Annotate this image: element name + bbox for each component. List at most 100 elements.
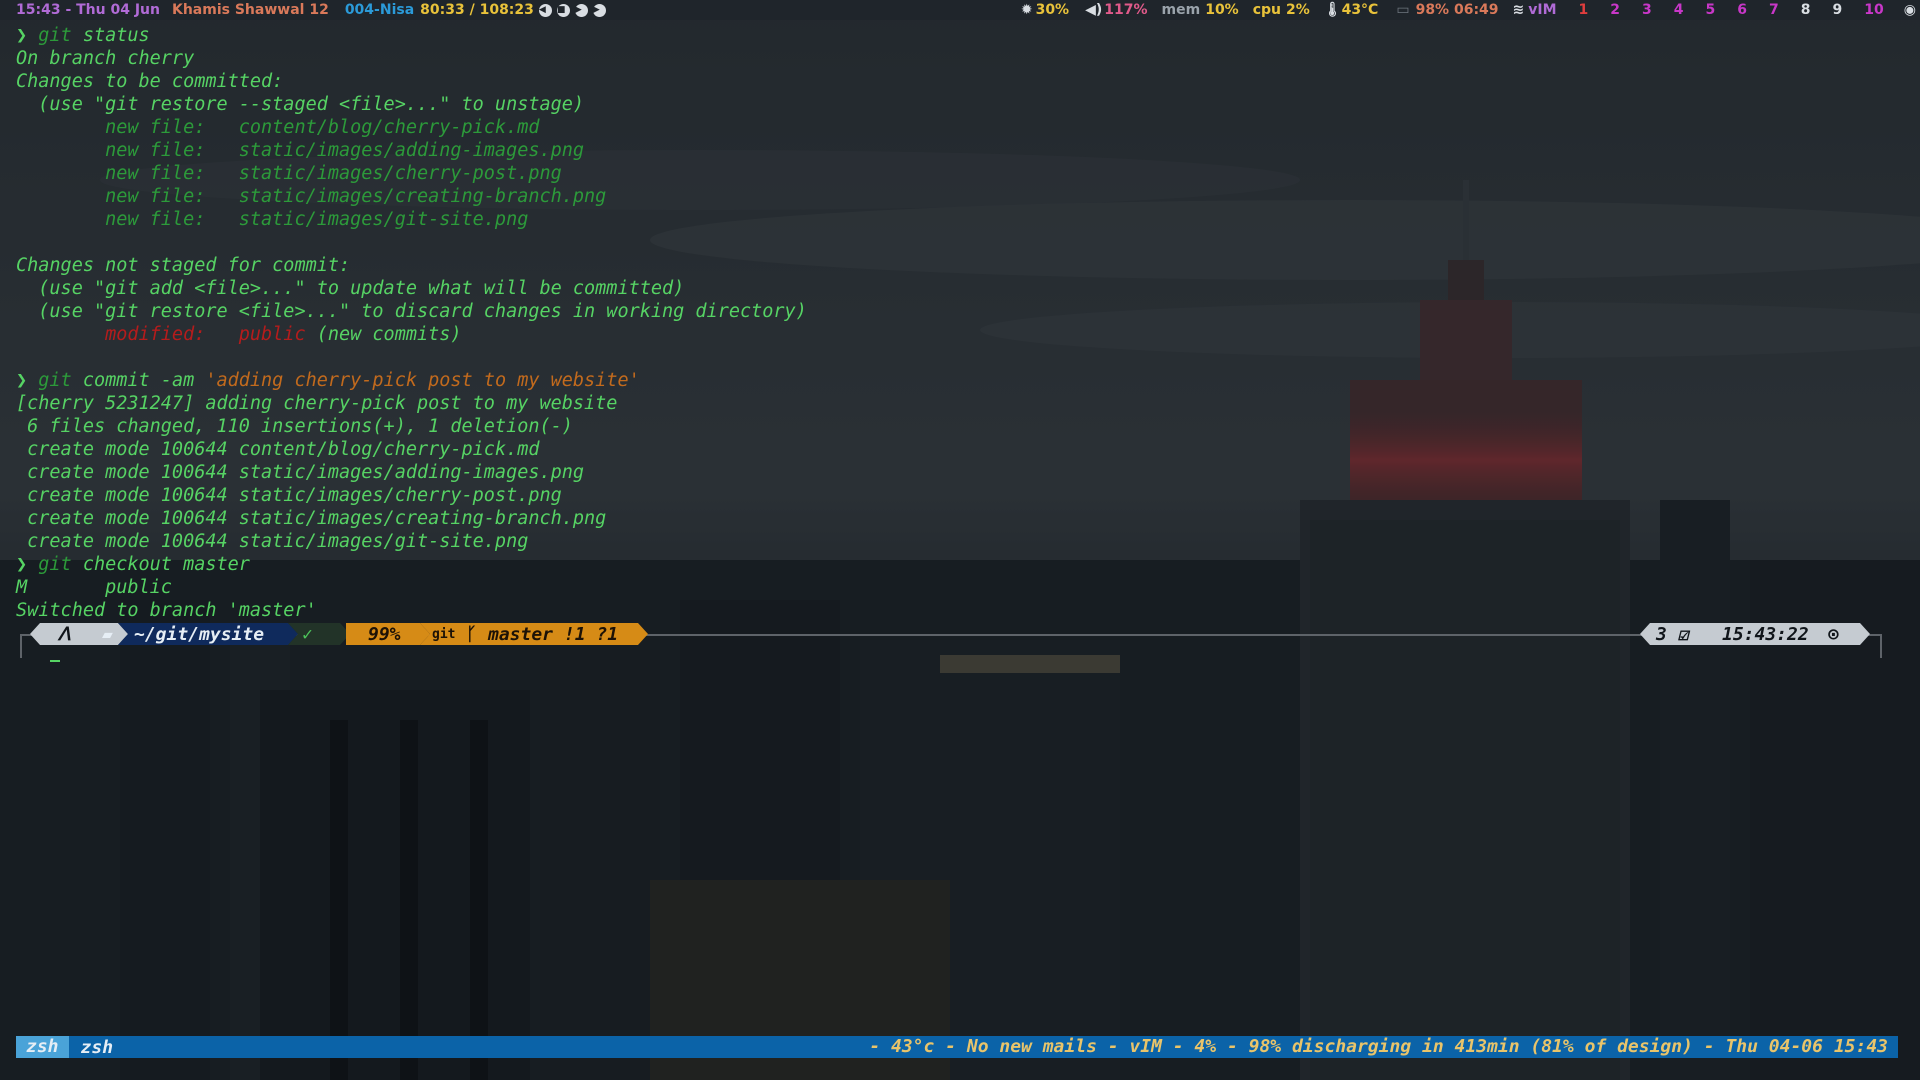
previous-icon[interactable]: ◀ <box>538 3 552 17</box>
tmux-window-active[interactable]: zsh <box>16 1036 69 1058</box>
cursor <box>50 660 60 662</box>
terminal-line: 6 files changed, 110 insertions(+), 1 de… <box>16 415 807 438</box>
terminal-line: create mode 100644 static/images/cherry-… <box>16 484 807 507</box>
terminal-line: [cherry 5231247] adding cherry-pick post… <box>16 392 807 415</box>
cpu-label: cpu <box>1252 2 1282 18</box>
terminal-text: (use "git restore <file>..." to discard … <box>16 301 807 322</box>
terminal-text: (use "git add <file>..." to update what … <box>16 278 685 299</box>
jobs-count: 3 ☑ <box>1656 623 1689 645</box>
workspace-8[interactable]: 8 <box>1801 2 1811 18</box>
terminal-line: create mode 100644 static/images/git-sit… <box>16 530 807 553</box>
battery-value: 98% 06:49 <box>1415 2 1499 18</box>
folder-icon: ▰ <box>102 623 113 645</box>
os-glyph: ᐱ <box>58 623 71 645</box>
terminal-line: ❯ git checkout master <box>16 553 807 576</box>
prompt-symbol: ❯ <box>16 25 39 46</box>
workspace-7[interactable]: 7 <box>1769 2 1779 18</box>
prompt-time: 15:43:22 <box>1722 623 1809 645</box>
terminal-line: Switched to branch 'master' <box>16 599 807 622</box>
terminal-text: Changes not staged for commit: <box>16 255 351 276</box>
workspace-4[interactable]: 4 <box>1674 2 1684 18</box>
temp-value: 43°C <box>1341 2 1379 18</box>
git-label: git <box>432 626 456 642</box>
terminal-line: Changes to be committed: <box>16 70 807 93</box>
terminal-text: Switched to branch 'master' <box>16 600 317 621</box>
next-icon[interactable]: ▶ <box>592 3 606 17</box>
volume-value: 117% <box>1104 2 1148 18</box>
terminal-line: modified: public (new commits) <box>16 323 807 346</box>
terminal-line: new file: static/images/git-site.png <box>16 208 807 231</box>
eye-icon[interactable]: ◉ <box>1904 2 1916 18</box>
wifi-icon: ≋ <box>1512 2 1525 18</box>
workspace-1[interactable]: 1 <box>1579 2 1589 18</box>
terminal-text: create mode 100644 static/images/git-sit… <box>16 531 529 552</box>
top-status-bar: 15:43 - Thu 04 Jun Khamis Shawwal 12 004… <box>0 0 1920 20</box>
stop-icon[interactable]: ■ <box>556 3 570 17</box>
mem-value: 10% <box>1205 2 1239 18</box>
terminal-text: git <box>38 25 72 46</box>
terminal-text: Changes to be committed: <box>16 71 284 92</box>
clock: 15:43 - Thu 04 Jun <box>16 2 160 18</box>
battery-icon: ▭ <box>1396 2 1410 18</box>
tmux-status-right: - 43°c - No new mails - vIM - 4% - 98% d… <box>869 1036 1888 1057</box>
brightness-value: 30% <box>1035 2 1070 18</box>
current-directory: ~/git/mysite <box>134 623 265 645</box>
terminal-text: create mode 100644 static/images/adding-… <box>16 462 585 483</box>
prompt-segments-bg <box>30 623 1870 645</box>
terminal-line: (use "git restore <file>..." to discard … <box>16 300 807 323</box>
cpu-value: 2% <box>1286 2 1310 18</box>
workspace-6[interactable]: 6 <box>1737 2 1747 18</box>
hijri-date: Khamis Shawwal 12 <box>171 2 329 18</box>
workspace-3[interactable]: 3 <box>1642 2 1652 18</box>
terminal-text: new file: content/blog/cherry-pick.md <box>16 117 540 138</box>
terminal-line: create mode 100644 static/images/adding-… <box>16 461 807 484</box>
mem-label: mem <box>1161 2 1201 18</box>
terminal-line: (use "git restore --staged <file>..." to… <box>16 93 807 116</box>
terminal-line: ❯ git commit -am 'adding cherry-pick pos… <box>16 369 807 392</box>
terminal-text: git <box>38 370 72 391</box>
terminal-text: [cherry 5231247] adding cherry-pick post… <box>16 393 618 414</box>
brightness-icon: ✹ <box>1020 2 1033 18</box>
terminal-text: new file: static/images/git-site.png <box>16 209 529 230</box>
prompt-symbol: ❯ <box>16 370 39 391</box>
prompt-battery: 99% <box>368 623 401 645</box>
terminal-line: M public <box>16 576 807 599</box>
terminal-line: new file: static/images/adding-images.pn… <box>16 139 807 162</box>
terminal-text: On branch cherry <box>16 48 195 69</box>
media-track: 004-Nisa <box>344 2 415 18</box>
terminal-line: create mode 100644 static/images/creatin… <box>16 507 807 530</box>
workspace-10[interactable]: 10 <box>1864 2 1883 18</box>
prompt-symbol: ❯ <box>16 554 39 575</box>
terminal-text: 6 files changed, 110 insertions(+), 1 de… <box>16 416 573 437</box>
terminal-text: git <box>38 554 72 575</box>
terminal-text: M public <box>16 577 172 598</box>
tmux-window[interactable]: zsh <box>69 1037 126 1058</box>
terminal-text: 'adding cherry-pick post to my website' <box>205 370 640 391</box>
terminal-text: checkout master <box>71 554 250 575</box>
prompt-line: ᐱ ▰ ~/git/mysite ✓ 99% git ᚴ master !1 ?… <box>20 623 1882 658</box>
volume-icon: ◀) <box>1085 2 1103 18</box>
media-progress: 80:33 / 108:23 <box>420 2 534 18</box>
terminal-output[interactable]: ❯ git status On branch cherry Changes to b… <box>16 24 807 622</box>
wifi-name: vIM <box>1528 2 1557 18</box>
terminal-text: status <box>71 25 150 46</box>
terminal-text: create mode 100644 static/images/cherry-… <box>16 485 562 506</box>
terminal-text: commit -am <box>71 370 206 391</box>
thermometer-icon: 🌡 <box>1323 2 1342 18</box>
branch-icon: ᚴ <box>466 623 477 645</box>
clock-icon: ⊙ <box>1828 623 1839 645</box>
terminal-line: ❯ git status <box>16 24 807 47</box>
play-icon[interactable]: ▶ <box>574 3 588 17</box>
terminal-line: create mode 100644 content/blog/cherry-p… <box>16 438 807 461</box>
terminal-line: On branch cherry <box>16 47 807 70</box>
workspace-2[interactable]: 2 <box>1610 2 1620 18</box>
terminal-text: create mode 100644 content/blog/cherry-p… <box>16 439 540 460</box>
workspace-5[interactable]: 5 <box>1706 2 1716 18</box>
status-ok: ✓ <box>302 623 313 645</box>
terminal-text: new file: static/images/adding-images.pn… <box>16 140 585 161</box>
terminal-line: new file: content/blog/cherry-pick.md <box>16 116 807 139</box>
terminal-line: (use "git add <file>..." to update what … <box>16 277 807 300</box>
workspace-9[interactable]: 9 <box>1833 2 1843 18</box>
